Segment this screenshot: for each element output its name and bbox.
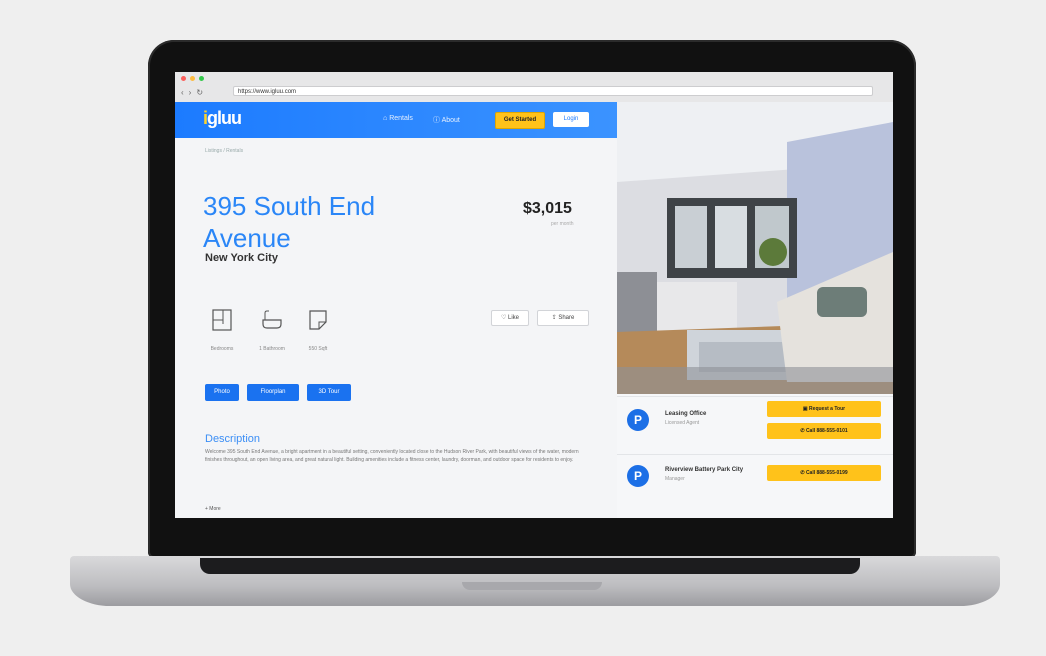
agent-role: Manager <box>665 476 685 482</box>
tab-3d-tour[interactable]: 3D Tour <box>307 384 351 401</box>
forward-button[interactable]: › <box>189 88 192 97</box>
feature-label-bedrooms: Bedrooms <box>210 346 234 352</box>
agent-name: Riverview Battery Park City <box>665 467 744 473</box>
nav-link-about[interactable]: ⓘ About <box>433 115 460 125</box>
call-button[interactable]: ✆ Call 888-555-0199 <box>767 465 881 481</box>
agent-card: P Leasing Office Licensed Agent ▣ Reques… <box>617 396 893 453</box>
agent-name: Leasing Office <box>665 411 707 417</box>
call-button[interactable]: ✆ Call 888-555-0101 <box>767 423 881 439</box>
address-bar[interactable]: https://www.igluu.com <box>233 86 873 96</box>
tab-floorplan[interactable]: Floorplan <box>247 384 299 401</box>
listing-panel: igluu ⌂ Rentals ⓘ About Get Started Logi… <box>175 102 617 518</box>
laptop-notch <box>462 582 602 590</box>
get-started-button[interactable]: Get Started <box>495 112 545 129</box>
feature-label-sqft: 550 Sqft <box>308 346 328 352</box>
description-heading: Description <box>205 433 261 445</box>
avatar: P <box>627 465 649 487</box>
listing-title: 395 South End Avenue <box>203 191 376 253</box>
browser-chrome: ‹ › ↻ https://www.igluu.com <box>175 72 893 103</box>
area-icon <box>305 308 331 332</box>
site-header: igluu ⌂ Rentals ⓘ About Get Started Logi… <box>175 102 617 138</box>
agent-role: Licensed Agent <box>665 420 700 426</box>
tab-photo[interactable]: Photo <box>205 384 239 401</box>
minimize-window-button[interactable] <box>190 76 195 81</box>
logo-end: u <box>231 108 242 128</box>
bathtub-icon <box>259 308 285 332</box>
listing-city: New York City <box>205 252 278 264</box>
feature-label-bathroom: 1 Bathroom <box>259 346 285 352</box>
logo[interactable]: igluu <box>203 108 242 129</box>
login-button[interactable]: Login <box>553 112 589 127</box>
browser-nav: ‹ › ↻ <box>181 88 203 97</box>
logo-main: glu <box>207 108 232 128</box>
price-subtext: per month <box>551 221 574 227</box>
screen: ‹ › ↻ https://www.igluu.com igluu ⌂ Rent… <box>175 72 893 518</box>
like-button[interactable]: ♡ Like <box>491 310 529 326</box>
share-button[interactable]: ⇪ Share <box>537 310 589 326</box>
agent-card: P Riverview Battery Park City Manager ✆ … <box>617 454 893 511</box>
heart-icon: ♡ <box>500 315 509 321</box>
avatar: P <box>627 409 649 431</box>
more-link[interactable]: + More <box>205 506 221 512</box>
back-button[interactable]: ‹ <box>181 88 184 97</box>
info-icon: ⓘ <box>433 117 442 124</box>
request-tour-button[interactable]: ▣ Request a Tour <box>767 401 881 417</box>
listing-photo[interactable] <box>617 102 893 394</box>
nav-link-rentals[interactable]: ⌂ Rentals <box>383 115 413 122</box>
laptop-hinge <box>200 558 860 574</box>
description-text: Welcome 395 South End Avenue, a bright a… <box>205 449 579 463</box>
breadcrumb[interactable]: Listings / Rentals <box>205 148 243 154</box>
close-window-button[interactable] <box>181 76 186 81</box>
media-panel: P Leasing Office Licensed Agent ▣ Reques… <box>617 102 893 518</box>
maximize-window-button[interactable] <box>199 76 204 81</box>
floorplan-icon <box>209 308 235 332</box>
window-controls <box>181 76 204 81</box>
listing-price: $3,015 <box>523 200 572 217</box>
reload-button[interactable]: ↻ <box>196 88 203 97</box>
